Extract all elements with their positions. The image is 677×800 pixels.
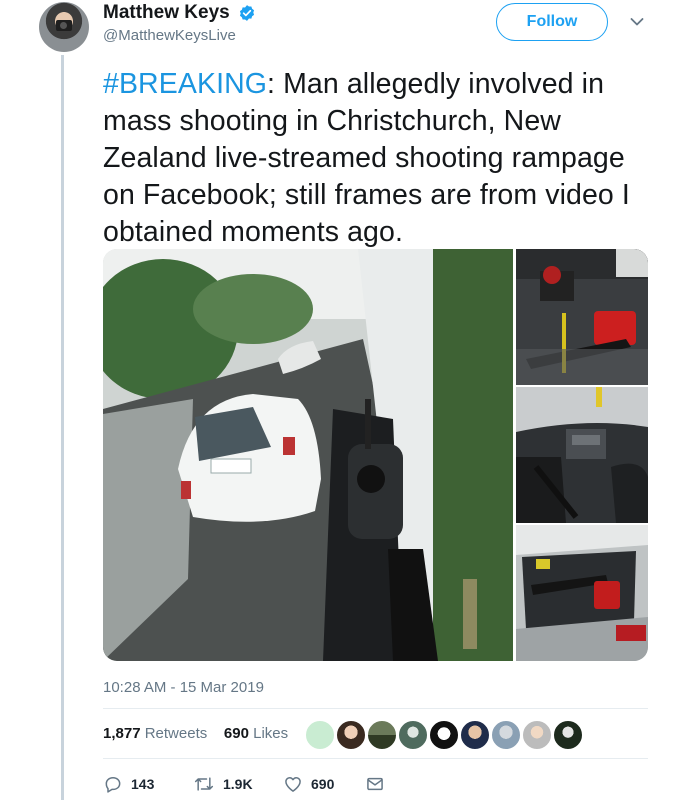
retweets-stat[interactable]: 1,877 Retweets (103, 725, 207, 742)
photo-street-scene (103, 249, 513, 661)
direct-message-action[interactable] (365, 774, 393, 794)
direct-message-icon (367, 777, 383, 791)
retweets-count: 1,877 (103, 725, 141, 742)
tweet-text: #BREAKING: Man allegedly involved in mas… (103, 66, 663, 251)
liker-avatar[interactable] (398, 720, 428, 750)
liker-avatar[interactable] (522, 720, 552, 750)
follow-button[interactable]: Follow (496, 3, 608, 41)
retweet-count: 1.9K (223, 776, 253, 792)
media-photo-trunk-gear[interactable] (516, 249, 648, 385)
divider-top (103, 708, 648, 709)
reply-icon (105, 777, 121, 793)
likes-count: 690 (223, 725, 249, 742)
tweet-timestamp[interactable]: 10:28 AM - 15 Mar 2019 (103, 679, 264, 696)
liker-avatar[interactable] (460, 720, 490, 750)
media-photo-trunk-rifles[interactable] (516, 525, 648, 661)
liker-avatar[interactable] (553, 720, 583, 750)
liker-avatar[interactable] (305, 720, 335, 750)
reply-action[interactable]: 143 (103, 774, 154, 794)
like-count: 690 (311, 776, 335, 792)
media-photo-car-interior[interactable] (516, 387, 648, 523)
likes-label: Likes (253, 725, 289, 742)
liker-avatar[interactable] (336, 720, 366, 750)
hashtag-link[interactable]: #BREAKING (103, 68, 267, 100)
heart-icon (285, 777, 301, 792)
media-grid (103, 249, 648, 661)
retweet-action[interactable]: 1.9K (193, 774, 253, 794)
likes-stat[interactable]: 690 Likes (224, 725, 288, 742)
thread-line (61, 55, 64, 800)
author-handle[interactable]: @MatthewKeysLive (103, 27, 236, 44)
chevron-down-icon[interactable] (630, 17, 644, 27)
media-photo-main[interactable] (103, 249, 513, 661)
like-action[interactable]: 690 (283, 774, 334, 794)
retweets-label: Retweets (144, 725, 208, 742)
divider-bottom (103, 758, 648, 759)
liker-avatar[interactable] (491, 720, 521, 750)
photo-interior (516, 387, 648, 523)
reply-count: 143 (131, 776, 155, 792)
verified-badge-icon (239, 5, 255, 21)
engagement-stats: 1,877 Retweets 690 Likes (103, 725, 288, 742)
photo-gear (516, 249, 648, 385)
liker-avatar[interactable] (367, 720, 397, 750)
photo-trunk (516, 525, 648, 661)
retweet-icon (194, 777, 214, 791)
avatar-camera-lens (60, 22, 67, 29)
tweet-actions: 143 1.9K 690 (103, 774, 423, 798)
author-name[interactable]: Matthew Keys (103, 2, 230, 24)
liker-avatar[interactable] (429, 720, 459, 750)
avatar[interactable] (39, 2, 89, 52)
